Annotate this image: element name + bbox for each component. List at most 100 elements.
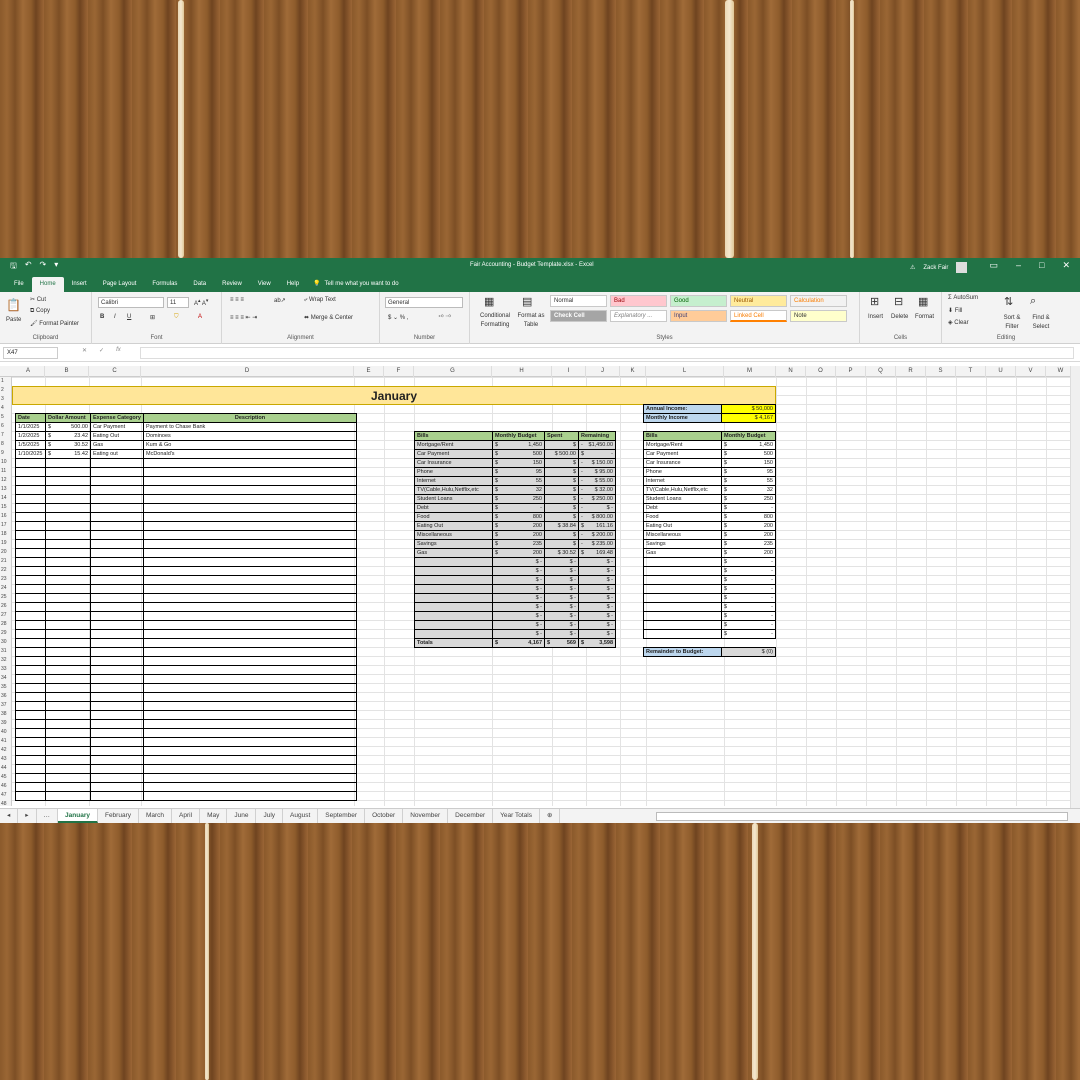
expenses-header-category[interactable]: Expense Category (90, 413, 144, 423)
expense-category[interactable] (90, 611, 144, 621)
expense-description[interactable] (143, 620, 357, 630)
row-header[interactable]: 37 (0, 701, 11, 710)
table-row[interactable] (15, 782, 357, 792)
table-row[interactable] (15, 701, 357, 711)
expense-category[interactable] (90, 656, 144, 666)
row-header[interactable]: 42 (0, 746, 11, 755)
expense-date[interactable] (15, 656, 46, 666)
bill-remaining[interactable]: - $ 95.00 (578, 467, 616, 477)
row-header[interactable]: 3 (0, 395, 11, 404)
budget-bill-name[interactable]: Miscellaneous (643, 530, 722, 540)
expense-date[interactable] (15, 602, 46, 612)
expense-description[interactable] (143, 647, 357, 657)
remainder-value[interactable]: $ (0) (721, 647, 776, 657)
budget-bill-name[interactable]: Savings (643, 539, 722, 549)
expense-amount[interactable] (45, 638, 91, 648)
expense-description[interactable] (143, 656, 357, 666)
bill-spent[interactable]: $ (544, 467, 579, 477)
tab-data[interactable]: Data (185, 277, 214, 292)
totals-remaining[interactable]: $3,598 (578, 638, 616, 648)
expense-description[interactable] (143, 476, 357, 486)
row-header[interactable]: 38 (0, 710, 11, 719)
row-header[interactable]: 11 (0, 467, 11, 476)
expense-description[interactable] (143, 467, 357, 477)
expense-date[interactable] (15, 539, 46, 549)
table-row[interactable]: $ - (643, 575, 776, 585)
expense-description[interactable] (143, 791, 357, 801)
budget-bill-amount[interactable]: $ - (721, 629, 776, 639)
table-row[interactable]: Gas $200 $ 30.52 $169.48 (414, 548, 616, 558)
horizontal-scrollbar[interactable] (656, 812, 1068, 821)
row-header[interactable]: 39 (0, 719, 11, 728)
budget-header-amount[interactable]: Monthly Budget (721, 431, 776, 441)
expense-date[interactable] (15, 476, 46, 486)
row-header[interactable]: 44 (0, 764, 11, 773)
tab-help[interactable]: Help (279, 277, 307, 292)
sheet-tab-may[interactable]: May (200, 809, 228, 823)
bill-remaining[interactable]: $ - (578, 629, 616, 639)
bill-budget[interactable]: $250 (492, 494, 545, 504)
table-row[interactable]: Miscellaneous $200 (643, 530, 776, 540)
expense-date[interactable] (15, 647, 46, 657)
table-row[interactable] (15, 584, 357, 594)
table-row[interactable] (15, 611, 357, 621)
conditional-formatting-icon[interactable]: ▦ (484, 295, 494, 308)
table-row[interactable]: Debt $ - (643, 503, 776, 513)
expense-category[interactable] (90, 584, 144, 594)
expense-category[interactable] (90, 530, 144, 540)
row-header[interactable]: 19 (0, 539, 11, 548)
sort-filter-icon[interactable]: ⇅ (1004, 295, 1013, 308)
row-header[interactable]: 25 (0, 593, 11, 602)
bill-name[interactable] (414, 566, 493, 576)
tab-file[interactable]: File (6, 277, 32, 292)
bill-remaining[interactable]: - $ 55.00 (578, 476, 616, 486)
budget-bill-name[interactable] (643, 575, 722, 585)
table-row[interactable]: TV(Cable,Hulu,Netflix,etc $32 $ - $ 32.00 (414, 485, 616, 495)
bill-spent[interactable]: $ 500.00 (544, 449, 579, 459)
row-header[interactable]: 23 (0, 575, 11, 584)
expense-category[interactable] (90, 539, 144, 549)
table-row[interactable] (15, 737, 357, 747)
tab-home[interactable]: Home (31, 277, 64, 292)
table-row[interactable] (15, 458, 357, 468)
expense-category[interactable] (90, 764, 144, 774)
expense-date[interactable] (15, 593, 46, 603)
cells-area[interactable]: January Date Dollar Amount Expense Categ… (12, 377, 1070, 806)
column-header-v[interactable]: V (1016, 366, 1046, 377)
table-row[interactable]: $ - (643, 629, 776, 639)
budget-bill-name[interactable]: Phone (643, 467, 722, 477)
expense-description[interactable] (143, 665, 357, 675)
bill-budget[interactable]: $150 (492, 458, 545, 468)
bill-name[interactable]: Debt (414, 503, 493, 513)
expense-amount[interactable] (45, 683, 91, 693)
next-sheet-icon[interactable]: ▸ (18, 809, 37, 823)
expense-amount[interactable] (45, 485, 91, 495)
budget-bill-amount[interactable]: $250 (721, 494, 776, 504)
table-row[interactable]: $ - $ - $ - (414, 566, 616, 576)
expenses-header-description[interactable]: Description (143, 413, 357, 423)
bill-name[interactable]: Phone (414, 467, 493, 477)
table-row[interactable]: Student Loans $250 (643, 494, 776, 504)
expense-amount[interactable]: $23.42 (45, 431, 91, 441)
budget-bill-amount[interactable]: $ - (721, 503, 776, 513)
expense-amount[interactable] (45, 656, 91, 666)
copy-button[interactable]: ⧉ Copy (30, 308, 50, 315)
expense-category[interactable] (90, 458, 144, 468)
expense-amount[interactable]: $500.00 (45, 422, 91, 432)
cancel-icon[interactable]: ✕ (82, 347, 87, 354)
monthly-income-value[interactable]: $ 4,167 (721, 413, 776, 423)
budget-bill-amount[interactable]: $ - (721, 584, 776, 594)
format-table-button[interactable]: Format as Table (516, 312, 546, 330)
budget-bill-amount[interactable]: $150 (721, 458, 776, 468)
maximize-icon[interactable]: □ (1039, 260, 1044, 271)
expense-description[interactable] (143, 458, 357, 468)
budget-bill-amount[interactable]: $32 (721, 485, 776, 495)
expense-date[interactable] (15, 710, 46, 720)
row-header[interactable]: 7 (0, 431, 11, 440)
expense-description[interactable] (143, 755, 357, 765)
close-icon[interactable]: ✕ (1062, 260, 1070, 271)
bill-remaining[interactable]: $ - (578, 593, 616, 603)
table-row[interactable] (15, 494, 357, 504)
expense-description[interactable] (143, 674, 357, 684)
table-row[interactable] (15, 548, 357, 558)
